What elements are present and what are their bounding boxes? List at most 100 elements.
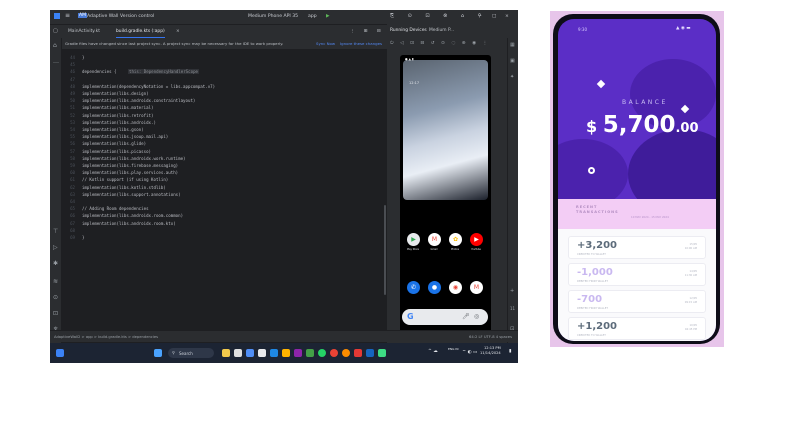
run-config-selector[interactable]: app bbox=[308, 14, 317, 19]
app-icon-5[interactable] bbox=[282, 349, 290, 357]
emulator-search-bar[interactable]: G 🎤︎ ◎ bbox=[402, 309, 488, 325]
app-icon-play-store[interactable]: ▶ bbox=[407, 233, 420, 246]
code-line[interactable]: 51 implementation(libs.material) bbox=[62, 105, 387, 112]
app-icon-10[interactable] bbox=[366, 349, 374, 357]
code-line[interactable]: 61 // Kotlin support (if using Kotlin) bbox=[62, 177, 387, 184]
toolbar-icons[interactable]: ⎘ ⊙ ⊡ ⊗ ⌂ ⚲ bbox=[390, 13, 487, 19]
code-line[interactable]: 57 implementation(libs.picasso) bbox=[62, 149, 387, 156]
code-line[interactable]: 54 implementation(libs.gson) bbox=[62, 127, 387, 134]
folder-icon[interactable]: ▢ bbox=[53, 28, 58, 34]
terminal-icon[interactable]: ⊤ bbox=[53, 228, 58, 235]
project-name[interactable]: Adaptive Wall bbox=[87, 14, 118, 19]
page-up-icon[interactable]: 11 bbox=[510, 306, 515, 311]
lens-icon[interactable]: ◎ bbox=[474, 313, 479, 320]
network-icons[interactable]: ⌔ ◐ ▭ bbox=[462, 349, 477, 355]
code-line[interactable]: 45 bbox=[62, 62, 387, 69]
code-line[interactable]: 62 implementation(libs.kotlin.stdlib) bbox=[62, 185, 387, 192]
taskbar-search[interactable]: ⚲ Search bbox=[168, 348, 214, 358]
code-line[interactable]: 52 implementation(libs.retrofit) bbox=[62, 113, 387, 120]
explorer-icon[interactable] bbox=[222, 349, 230, 357]
maximize-icon[interactable]: □ bbox=[492, 14, 496, 19]
more-tools-icon[interactable]: … bbox=[53, 58, 59, 65]
code-line[interactable]: 58 implementation(libs.androidx.work.run… bbox=[62, 156, 387, 163]
tab-mainactivity[interactable]: MainActivity.kt bbox=[68, 29, 100, 34]
code-line[interactable]: 47 bbox=[62, 77, 387, 84]
app-icon-1[interactable] bbox=[234, 349, 242, 357]
device-selector[interactable]: Medium Phone API 35 bbox=[248, 14, 298, 19]
problems-icon[interactable]: ⊙ bbox=[53, 294, 58, 301]
plus-icon[interactable]: + bbox=[510, 288, 514, 294]
transaction-card[interactable]: -1,000 DEBITED FROM WALLET 14/05 11:30 AM bbox=[568, 263, 706, 286]
app-icon-messages[interactable]: ● bbox=[428, 281, 441, 294]
app-icon-8[interactable] bbox=[342, 349, 350, 357]
code-line[interactable]: 55 implementation(libs.jsoup.mail.api) bbox=[62, 134, 387, 141]
cursor-info[interactable]: 64:2 LF UTF-8 4 spaces bbox=[469, 335, 512, 339]
code-editor[interactable]: 44} 45 46 dependencies {this: DependencyHan… bbox=[62, 49, 387, 335]
code-line[interactable]: 53 implementation(libs.androidx.) bbox=[62, 120, 387, 127]
app-icon-3[interactable] bbox=[258, 349, 266, 357]
windows-logo-icon[interactable] bbox=[54, 13, 60, 19]
close-icon[interactable]: × bbox=[505, 14, 509, 19]
editor-scrollbar[interactable] bbox=[384, 205, 386, 295]
code-line[interactable]: 68 bbox=[62, 228, 387, 235]
code-line[interactable]: 64 bbox=[62, 199, 387, 206]
code-line[interactable]: 65 // Adding Room dependencies bbox=[62, 206, 387, 213]
sync-now-link[interactable]: Sync Now bbox=[316, 41, 335, 46]
app-icon-gmail[interactable]: M bbox=[428, 233, 441, 246]
code-line[interactable]: 49 implementation(libs.design) bbox=[62, 91, 387, 98]
menu-icon[interactable]: ≡ bbox=[65, 12, 70, 19]
debug-icon[interactable]: ✱ bbox=[53, 260, 58, 267]
project-badge[interactable]: AM bbox=[78, 13, 88, 18]
app-icon-6[interactable] bbox=[294, 349, 302, 357]
start-icon[interactable] bbox=[154, 349, 162, 357]
widgets-icon[interactable] bbox=[56, 349, 64, 357]
logcat-icon[interactable]: ≋ bbox=[53, 278, 58, 285]
app-icon-4[interactable] bbox=[270, 349, 278, 357]
code-line[interactable]: 44} bbox=[62, 55, 387, 62]
device-tab[interactable]: Medium P... bbox=[429, 28, 454, 33]
emulator-screen[interactable]: ● ▲ ▮ 12:17 ▶ Play Store M Gmail ✿ Photos ▶ You… bbox=[400, 55, 491, 337]
mic-icon[interactable]: 🎤︎ bbox=[462, 313, 470, 320]
code-line[interactable]: 69} bbox=[62, 235, 387, 242]
transaction-card[interactable]: +1,200 CREDITED TO WALLET 10/05 04:45 PM bbox=[568, 317, 706, 340]
vcs-dropdown[interactable]: Version control bbox=[120, 14, 154, 19]
breadcrumb[interactable]: AdaptiveWall2 > app > build.gradle.kts >… bbox=[54, 335, 158, 339]
code-line[interactable]: 50 implementation(libs.androidx.constrai… bbox=[62, 98, 387, 105]
device-manager-icon[interactable]: ▣ bbox=[510, 58, 515, 64]
app-icon-photos[interactable]: ✿ bbox=[449, 233, 462, 246]
notification-bell-icon[interactable]: ▮ bbox=[509, 349, 511, 354]
language-indicator[interactable]: ENG IN bbox=[448, 347, 460, 351]
emulator-toolbar[interactable]: ⏻ ◁ ⊡ ⊟ ↺ ⊙ ◌ ⊕ ◉ ⋮ bbox=[390, 40, 490, 46]
editor-actions-icons[interactable]: ⋮ ⊞ ⊟ bbox=[350, 29, 385, 34]
taskbar-clock[interactable]: 12:13 PM 11/14/2024 bbox=[480, 346, 501, 356]
ignore-changes-link[interactable]: Ignore these changes bbox=[340, 41, 382, 46]
project-icon[interactable]: ⌂ bbox=[53, 42, 57, 49]
app-icon-youtube[interactable]: ▶ bbox=[470, 233, 483, 246]
code-line[interactable]: 60 implementation(libs.play.services.aut… bbox=[62, 170, 387, 177]
app-icon-phone[interactable]: ✆ bbox=[407, 281, 420, 294]
gradle-icon[interactable]: ▦ bbox=[510, 42, 515, 48]
app-icon-gmail[interactable]: M bbox=[470, 281, 483, 294]
code-line[interactable]: 67 implementation(libs.androidx.room.ktx… bbox=[62, 221, 387, 228]
tray-icons[interactable]: ^ ☁ bbox=[428, 349, 438, 354]
code-line[interactable]: 56 implementation(libs.glide) bbox=[62, 141, 387, 148]
ai-assistant-icon[interactable]: ✦ bbox=[510, 74, 514, 80]
chrome-icon[interactable] bbox=[330, 349, 338, 357]
minimize-icon[interactable]: − bbox=[478, 14, 482, 19]
code-line[interactable]: 46 dependencies {this: DependencyHandlerS… bbox=[62, 69, 387, 76]
run-tool-icon[interactable]: ▷ bbox=[53, 244, 58, 251]
whatsapp-icon[interactable] bbox=[318, 349, 326, 357]
code-line[interactable]: 48 implementation(dependencyNotation = l… bbox=[62, 84, 387, 91]
run-icon[interactable]: ▶ bbox=[326, 14, 330, 19]
app-icon-2[interactable] bbox=[246, 349, 254, 357]
android-studio-icon[interactable] bbox=[378, 349, 386, 357]
transaction-card[interactable]: +3,200 CREDITED TO WALLET 15/05 10:00 AM bbox=[568, 236, 706, 259]
app-icon-chrome[interactable]: ◉ bbox=[449, 281, 462, 294]
code-line[interactable]: 66 implementation(libs.androidx.room.com… bbox=[62, 213, 387, 220]
tab-build-gradle[interactable]: build.gradle.kts (:app) bbox=[116, 29, 165, 38]
code-line[interactable]: 59 implementation(libs.firebase.messagin… bbox=[62, 163, 387, 170]
transaction-card[interactable]: -700 DEBITED FROM WALLET 12/05 09:15 AM bbox=[568, 290, 706, 313]
app-icon-7[interactable] bbox=[306, 349, 314, 357]
git-icon[interactable]: ⊡ bbox=[53, 310, 58, 317]
tab-close-icon[interactable]: × bbox=[176, 29, 180, 34]
